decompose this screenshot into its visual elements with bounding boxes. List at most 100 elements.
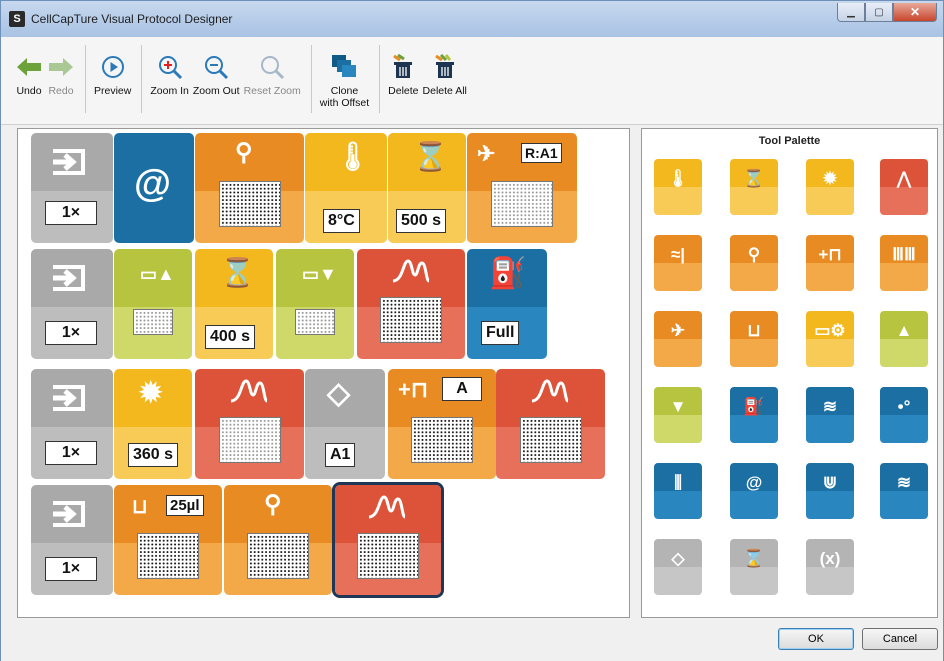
repeat-count[interactable]: 1× [45,201,97,225]
repeat-block[interactable]: 1× [31,485,113,595]
protocol-canvas[interactable]: 1× @ ⚲ 🌡 8°C ⌛ 500 s ✈ R:A1 1× ▭▲ ⌛ 400 … [17,128,630,618]
read-block[interactable]: ✈ R:A1 [467,133,577,243]
loop-arrow-icon [49,147,93,181]
plate-grid [137,533,199,579]
temperature-value[interactable]: 8°C [323,209,360,233]
plate-grid [133,309,173,335]
wave-icon: ≋ [822,397,838,416]
inject-block[interactable]: +⊓ A [388,369,496,479]
plate-grid [218,417,281,463]
zoom-in-button[interactable]: Zoom In [150,49,189,97]
aspirate-block[interactable]: ⊔ 25µl [114,485,222,595]
shake-block[interactable]: ⚲ [195,133,304,243]
repeat-block[interactable]: 1× [31,133,113,243]
toolbar-separator [141,45,143,113]
palette-eject-plate-tool[interactable]: ▼ [654,387,702,443]
palette-spin-tool[interactable]: @ [730,463,778,519]
plate-grid [411,417,473,463]
palette-condition-tool[interactable]: ◇ [654,539,702,595]
redo-arrow-icon [47,49,75,85]
main-window: S CellCapTure Visual Protocol Designer ▁… [0,0,944,661]
palette-plate-settings-tool[interactable]: ▭⚙ [806,311,854,367]
window-title: CellCapTure Visual Protocol Designer [31,12,233,26]
eject-plate-block[interactable]: ▭▼ [276,249,354,359]
condition-block[interactable]: ◇ A1 [305,369,385,479]
thermometer-icon: 🌡 [335,141,371,172]
palette-beads-tool[interactable]: •° [880,387,928,443]
aspirate-volume-value[interactable]: 25µl [166,495,204,516]
palette-inject-tool[interactable]: +⊓ [806,235,854,291]
preview-button[interactable]: Preview [94,49,131,97]
zoom-in-icon [157,49,183,85]
undo-label: Undo [16,85,42,97]
spin-block[interactable]: @ [114,133,194,243]
wait-block[interactable]: ⌛ 400 s [195,249,273,359]
pipette-hand-icon: ✈ [670,321,686,340]
load-plate-block[interactable]: ▭▲ [114,249,192,359]
palette-load-plate-tool[interactable]: ▲ [880,311,928,367]
zoom-out-button[interactable]: Zoom Out [193,49,240,97]
palette-incubate-tool[interactable]: ✹ [806,159,854,215]
spectrum-peak-icon [391,257,431,287]
inject-vial-icon: +⊓ [398,377,429,402]
sun-gear-icon: ✹ [822,169,838,188]
toolbar-separator [310,45,312,113]
undo-arrow-icon [15,49,43,85]
play-circle-icon [101,49,125,85]
delete-button[interactable]: Delete [388,49,419,97]
absorbance-block[interactable] [195,369,304,479]
close-button[interactable]: ✕ [893,3,937,22]
repeat-count[interactable]: 1× [45,557,97,581]
title-bar[interactable]: S CellCapTure Visual Protocol Designer ▁… [1,1,943,37]
maximize-button[interactable]: ▢ [865,3,893,22]
variable-icon: (x) [819,549,841,568]
absorbance-block-selected[interactable] [332,482,444,598]
palette-wave-tool[interactable]: ≋ [806,387,854,443]
palette-timer-tool[interactable]: ⌛ [730,539,778,595]
temperature-block[interactable]: 🌡 8°C [305,133,387,243]
shake-block[interactable]: ⚲ [224,485,332,595]
palette-drip-tool[interactable]: ⫼ [654,463,702,519]
sun-gear-icon: ✹ [139,377,163,408]
palette-read-tool[interactable]: ✈ [654,311,702,367]
palette-wash-tool[interactable]: ≈| [654,235,702,291]
absorbance-block[interactable] [357,249,465,359]
palette-magnet-tool[interactable]: ⋓ [806,463,854,519]
read-position-value[interactable]: R:A1 [521,143,562,163]
incubate-block[interactable]: ✹ 360 s [114,369,192,479]
reset-zoom-button[interactable]: Reset Zoom [244,49,301,97]
minimize-button[interactable]: ▁ [837,3,865,22]
cancel-button[interactable]: Cancel [862,628,938,650]
palette-aspirate-tool[interactable]: ⊔ [730,311,778,367]
inject-reagent-value[interactable]: A [442,377,482,401]
palette-wait-tool[interactable]: ⌛ [730,159,778,215]
palette-dispense-tool[interactable]: ⛽ [730,387,778,443]
wait-value[interactable]: 400 s [205,325,256,349]
repeat-count[interactable]: 1× [45,321,97,345]
absorbance-block[interactable] [496,369,605,479]
preview-label: Preview [94,85,132,97]
palette-multichannel-tool[interactable]: ⅢⅢ [880,235,928,291]
loop-arrow-icon [49,499,93,533]
condition-well-value[interactable]: A1 [325,443,356,467]
palette-mix-wave-tool[interactable]: ≋ [880,463,928,519]
dispense-block[interactable]: ⛽ Full [467,249,547,359]
undo-button[interactable]: Undo [15,49,43,97]
palette-temperature-tool[interactable]: 🌡 [654,159,702,215]
clone-with-offset-button[interactable]: Clone with Offset [320,49,369,109]
palette-variable-tool[interactable]: (x) [806,539,854,595]
thermometer-icon: 🌡 [667,169,689,188]
tool-palette: Tool Palette 🌡 ⌛ ✹ ⋀ ≈| ⚲ +⊓ ⅢⅢ ✈ ⊔ ▭⚙ ▲… [641,128,938,618]
wait-block[interactable]: ⌛ 500 s [388,133,466,243]
dispense-volume-value[interactable]: Full [481,321,520,345]
ok-button[interactable]: OK [778,628,854,650]
repeat-block[interactable]: 1× [31,369,113,479]
redo-button[interactable]: Redo [47,49,75,97]
wait-value[interactable]: 500 s [396,209,447,233]
repeat-count[interactable]: 1× [45,441,97,465]
palette-shake-tool[interactable]: ⚲ [730,235,778,291]
incubate-value[interactable]: 360 s [128,443,179,467]
repeat-block[interactable]: 1× [31,249,113,359]
delete-all-button[interactable]: Delete All [423,49,467,97]
palette-absorbance-tool[interactable]: ⋀ [880,159,928,215]
